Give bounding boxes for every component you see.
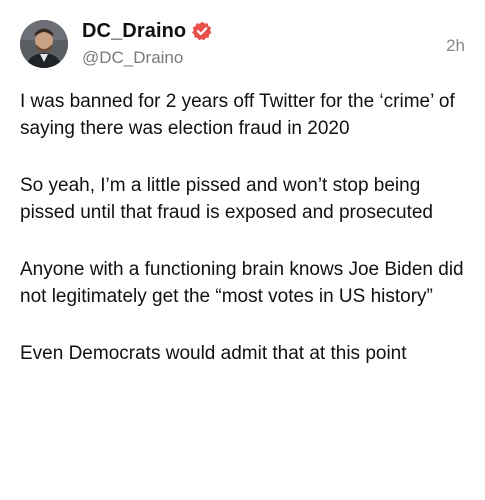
- display-name[interactable]: DC_Draino: [82, 20, 186, 43]
- post-paragraph: I was banned for 2 years off Twitter for…: [20, 91, 455, 139]
- handle[interactable]: @DC_Draino: [82, 48, 183, 68]
- post-paragraph: Anyone with a functioning brain knows Jo…: [20, 259, 464, 307]
- post-paragraph: So yeah, I’m a little pissed and won’t s…: [20, 175, 433, 223]
- avatar[interactable]: [20, 20, 68, 68]
- name-row: DC_Draino: [82, 18, 212, 44]
- verified-badge-icon: [192, 21, 212, 41]
- post-header: DC_Draino @DC_Draino 2h: [20, 18, 465, 70]
- timestamp[interactable]: 2h: [446, 36, 465, 56]
- post-body: I was banned for 2 years off Twitter for…: [20, 88, 468, 397]
- post-card: DC_Draino @DC_Draino 2h I was banned for…: [0, 0, 485, 500]
- post-paragraph: Even Democrats would admit that at this …: [20, 343, 407, 364]
